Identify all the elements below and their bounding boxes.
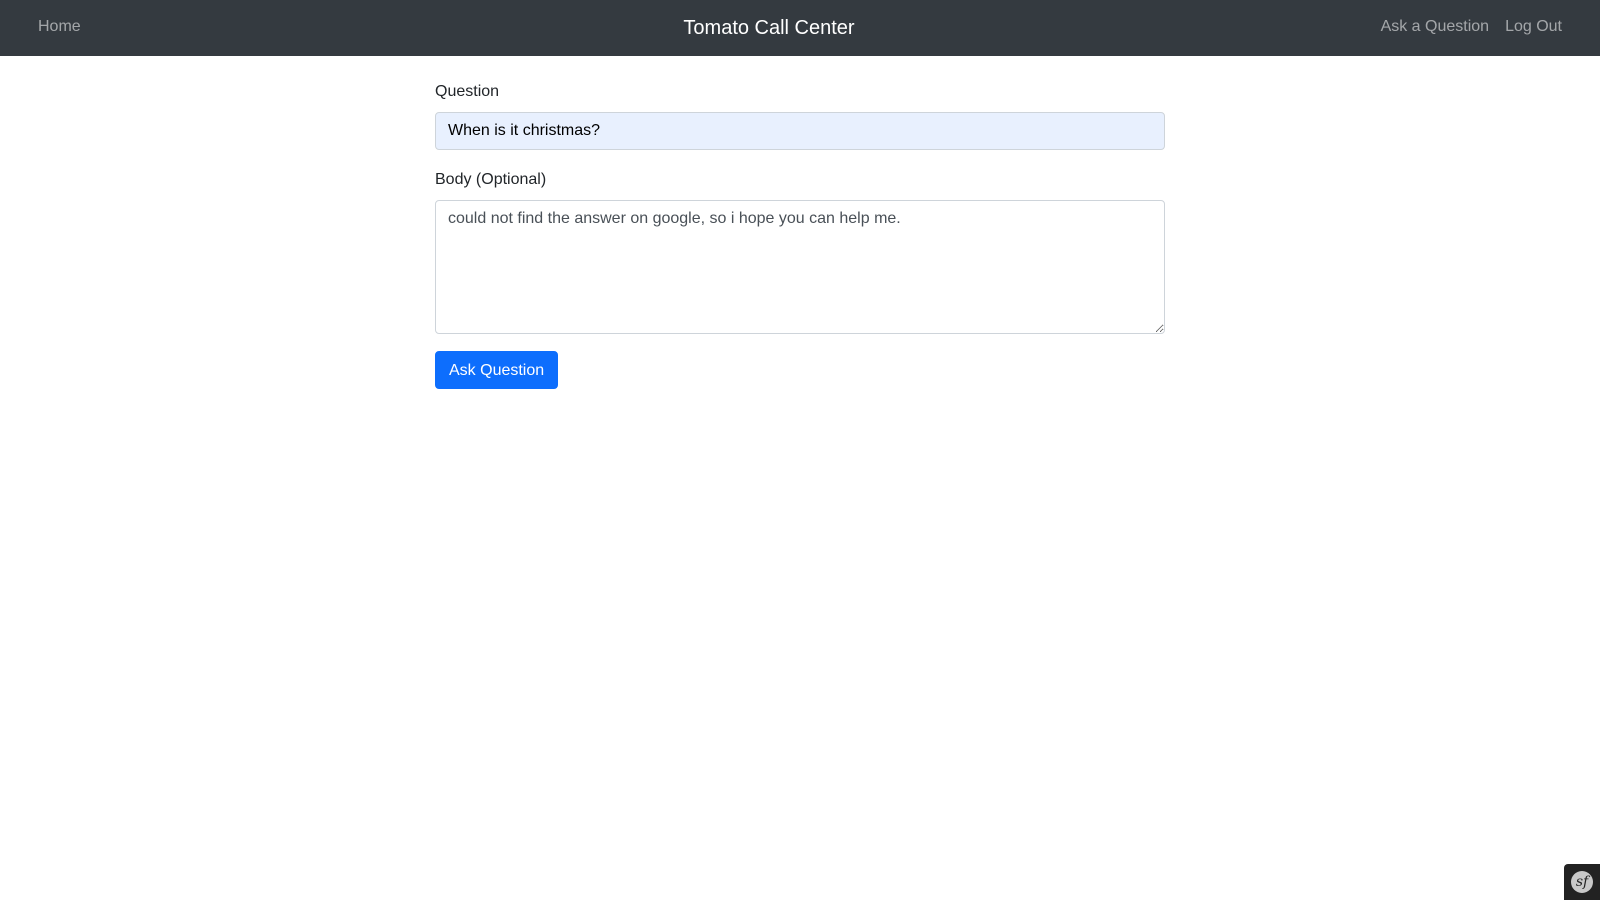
- ask-question-button[interactable]: Ask Question: [435, 351, 559, 389]
- nav-home-link[interactable]: Home: [38, 17, 81, 37]
- top-navbar: Home Tomato Call Center Ask a Question L…: [0, 0, 1600, 56]
- nav-ask-question-link[interactable]: Ask a Question: [1381, 17, 1490, 37]
- nav-logout-link[interactable]: Log Out: [1505, 17, 1562, 37]
- ask-question-form: Question Body (Optional) could not find …: [435, 80, 1165, 389]
- brand-title-wrap: Tomato Call Center: [0, 15, 1600, 41]
- nav-right-links: Ask a Question Log Out: [1381, 17, 1562, 37]
- body-label: Body (Optional): [435, 171, 547, 188]
- debug-toolbar-toggle[interactable]: sf: [1564, 864, 1600, 900]
- question-label: Question: [435, 83, 500, 100]
- brand-title[interactable]: Tomato Call Center: [683, 17, 854, 39]
- symfony-logo-icon: sf: [1571, 871, 1593, 893]
- body-textarea[interactable]: could not find the answer on google, so …: [435, 200, 1165, 334]
- question-input[interactable]: [435, 112, 1165, 150]
